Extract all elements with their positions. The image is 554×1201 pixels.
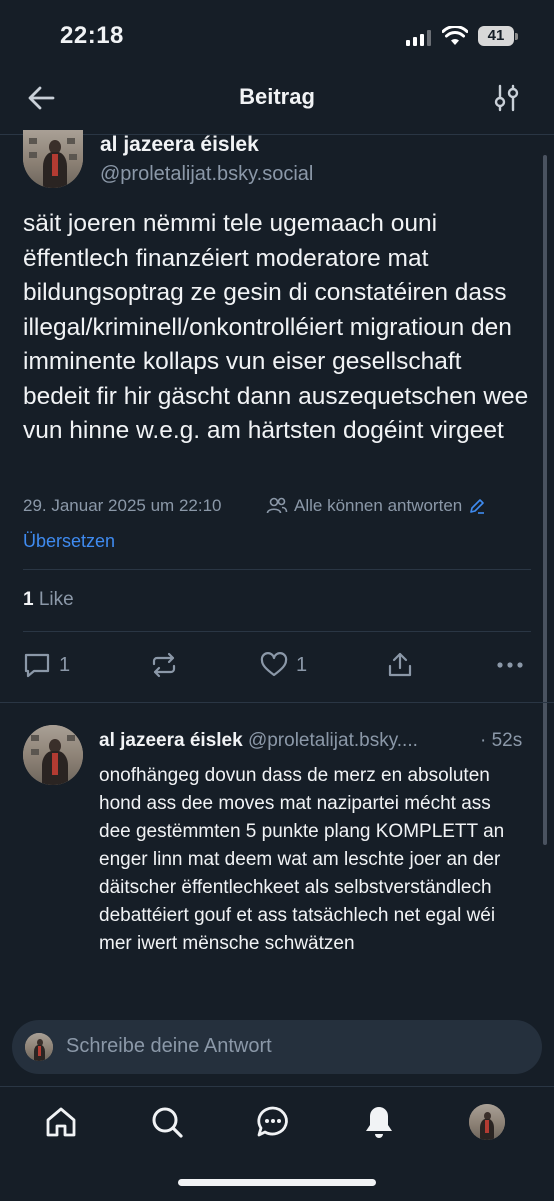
composer-placeholder[interactable]: Schreibe deine Antwort bbox=[66, 1035, 272, 1058]
reply-settings[interactable]: Alle können antworten bbox=[266, 496, 486, 516]
section-divider bbox=[0, 702, 554, 703]
scrollbar[interactable] bbox=[543, 155, 547, 845]
like-action[interactable]: 1 bbox=[260, 652, 307, 678]
like-count: 1 bbox=[296, 653, 308, 676]
author-avatar[interactable] bbox=[23, 130, 83, 188]
reply-action[interactable]: 1 bbox=[23, 652, 70, 678]
more-options-icon[interactable] bbox=[496, 660, 524, 670]
home-indicator bbox=[178, 1179, 376, 1186]
reply-author-handle: @proletalijat.bsky.... bbox=[247, 730, 418, 751]
likes-count: 1 bbox=[23, 589, 34, 610]
comment-icon bbox=[24, 653, 50, 678]
wifi-icon bbox=[442, 26, 468, 45]
cellular-signal-icon bbox=[406, 30, 432, 46]
heart-icon bbox=[260, 652, 288, 677]
reply-time: · 52s bbox=[480, 730, 523, 751]
bell-icon[interactable] bbox=[362, 1104, 396, 1140]
reply-author-avatar[interactable] bbox=[23, 725, 83, 785]
reply-settings-label: Alle können antworten bbox=[294, 496, 463, 515]
post-author-handle[interactable]: @proletalijat.bsky.social bbox=[100, 163, 313, 186]
chat-icon[interactable] bbox=[256, 1105, 290, 1139]
page-title: Beitrag bbox=[239, 84, 315, 109]
post-divider-1 bbox=[23, 569, 531, 570]
header-divider bbox=[0, 134, 554, 135]
post-text: säit joeren nëmmi tele ugemaach ouni ëff… bbox=[23, 210, 529, 444]
repost-icon[interactable] bbox=[150, 652, 178, 678]
share-icon[interactable] bbox=[386, 651, 414, 679]
reply-author-name: al jazeera éislek bbox=[99, 730, 243, 751]
pencil-icon[interactable] bbox=[468, 497, 486, 515]
home-icon[interactable] bbox=[44, 1105, 78, 1139]
reply-text: onofhängeg dovun dass de merz en absolut… bbox=[99, 765, 505, 954]
battery-icon: 41 bbox=[478, 26, 514, 46]
search-icon[interactable] bbox=[150, 1105, 184, 1139]
likes-label: Like bbox=[38, 589, 74, 610]
back-arrow-icon[interactable] bbox=[26, 84, 56, 112]
post-author-name[interactable]: al jazeera éislek bbox=[100, 133, 259, 157]
post-divider-2 bbox=[23, 631, 531, 632]
reply-author-line[interactable]: al jazeera éislek @proletalijat.bsky.... bbox=[99, 730, 418, 752]
reply-count: 1 bbox=[59, 653, 71, 676]
composer-avatar bbox=[25, 1033, 53, 1061]
people-icon bbox=[266, 497, 288, 514]
post-timestamp: 29. Januar 2025 um 22:10 bbox=[23, 496, 222, 515]
likes-summary[interactable]: 1 Like bbox=[23, 589, 74, 611]
translate-link[interactable]: Übersetzen bbox=[23, 531, 115, 552]
status-time: 22:18 bbox=[60, 22, 124, 49]
profile-avatar[interactable] bbox=[469, 1104, 505, 1140]
battery-tip bbox=[515, 33, 518, 40]
filter-sliders-icon[interactable] bbox=[494, 84, 520, 112]
